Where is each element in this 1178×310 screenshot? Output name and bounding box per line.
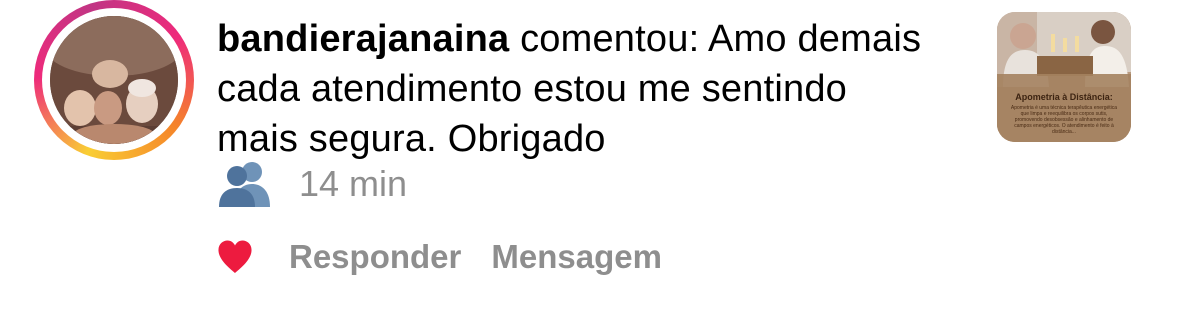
avatar[interactable] [50, 16, 178, 144]
thumbnail-body: Apometria é uma técnica terapêutica ener… [1010, 105, 1118, 135]
story-ring[interactable] [34, 0, 194, 160]
avatar-border [42, 8, 186, 152]
username-link[interactable]: bandierajanaina [217, 18, 509, 60]
reply-button[interactable]: Responder [289, 238, 461, 276]
comment-actions: Responder Mensagem [217, 232, 692, 282]
message-button[interactable]: Mensagem [491, 238, 662, 276]
heart-icon[interactable] [217, 240, 253, 274]
comment-text: bandierajanaina comentou: Amo demais cad… [217, 14, 937, 164]
thumbnail-title: Apometria à Distância: [1015, 92, 1113, 102]
post-thumbnail[interactable]: Apometria à Distância: Apometria é uma t… [997, 12, 1131, 142]
avatar-photo-image [50, 16, 178, 144]
comment-meta: 14 min [217, 156, 407, 212]
people-group-icon [219, 162, 270, 207]
timestamp: 14 min [299, 163, 408, 204]
